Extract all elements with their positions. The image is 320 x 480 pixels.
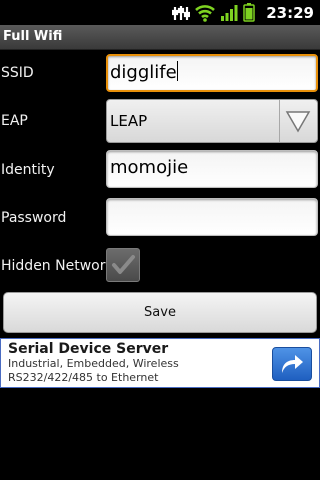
ad-title: Serial Device Server xyxy=(8,341,169,357)
ad-open-button[interactable] xyxy=(272,347,312,381)
text-cursor xyxy=(176,61,178,81)
hidden-network-label: Hidden Network xyxy=(1,258,114,274)
save-button[interactable]: Save xyxy=(3,292,317,333)
ssid-input[interactable]: digglife xyxy=(106,54,318,92)
eap-label: EAP xyxy=(1,113,28,129)
share-arrow-icon xyxy=(282,355,303,373)
identity-label: Identity xyxy=(1,162,55,178)
status-icons: 23:29 xyxy=(172,0,314,25)
chevron-down-icon xyxy=(285,111,311,133)
status-clock: 23:29 xyxy=(266,3,314,22)
identity-value: momojie xyxy=(110,157,189,178)
hidden-network-checkbox[interactable] xyxy=(106,248,140,282)
password-label: Password xyxy=(1,210,67,226)
password-input[interactable] xyxy=(106,198,318,236)
signal-icon xyxy=(221,4,238,21)
ad-banner[interactable]: Serial Device Server Industrial, Embedde… xyxy=(0,338,320,388)
eap-dropdown[interactable]: LEAP xyxy=(106,99,318,143)
wifi-icon xyxy=(195,4,216,22)
eap-value: LEAP xyxy=(110,112,148,130)
ad-description: Industrial, Embedded, Wireless RS232/422… xyxy=(8,357,179,384)
usb-debug-icon xyxy=(172,5,191,20)
dropdown-arrow-box[interactable] xyxy=(279,100,317,142)
identity-input[interactable]: momojie xyxy=(106,150,318,188)
status-bar: 23:29 xyxy=(0,0,320,25)
ssid-value: digglife xyxy=(110,62,177,83)
checkmark-icon xyxy=(112,255,135,274)
ssid-label: SSID xyxy=(1,65,34,81)
battery-icon xyxy=(243,3,255,22)
app-title: Full Wifi xyxy=(3,29,63,44)
title-bar: Full Wifi xyxy=(0,25,320,50)
